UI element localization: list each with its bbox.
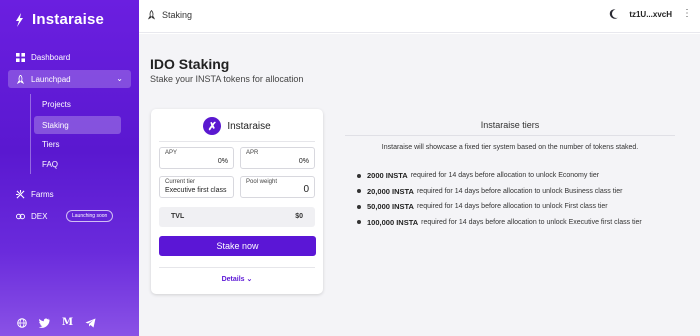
medium-icon[interactable]: M — [62, 317, 73, 328]
pool-weight-label: Pool weight — [246, 179, 278, 185]
app-name: Instaraise — [32, 11, 105, 28]
list-item: 100,000 INSTA required for 14 days before… — [357, 215, 642, 231]
instaraise-logo-icon — [16, 12, 23, 27]
globe-icon[interactable] — [16, 317, 27, 328]
details-toggle[interactable]: Details ⌄ — [151, 275, 323, 283]
stake-now-button[interactable]: Stake now — [159, 236, 316, 256]
list-item: 50,000 INSTA required for 14 days before … — [357, 199, 642, 215]
dex-icon — [16, 213, 25, 220]
sidebar-item-label: Launchpad — [31, 74, 71, 84]
apy-field: APY 0% — [159, 147, 234, 169]
sidebar-item-tiers[interactable]: Tiers — [42, 140, 59, 149]
tier-amount: 2000 INSTA — [367, 171, 408, 181]
rocket-icon — [147, 10, 156, 20]
header-title-group: Staking — [147, 10, 192, 20]
sidebar-item-dex[interactable]: DEX — [16, 212, 47, 221]
rocket-icon — [16, 74, 25, 84]
divider — [159, 267, 315, 268]
bullet-icon — [357, 204, 361, 209]
list-item: 2000 INSTA required for 14 days before al… — [357, 168, 642, 184]
tier-list: 2000 INSTA required for 14 days before al… — [357, 168, 642, 230]
wallet-address[interactable]: tz1U...xvcH — [629, 10, 672, 19]
farms-icon — [16, 190, 25, 199]
sidebar-item-staking[interactable]: Staking — [42, 121, 69, 130]
header-title: Staking — [162, 10, 193, 20]
sidebar-item-projects[interactable]: Projects — [42, 100, 71, 109]
moon-icon[interactable] — [609, 9, 619, 19]
tiers-description: Instaraise will showcase a fixed tier sy… — [381, 144, 639, 151]
bullet-icon — [357, 189, 361, 194]
bullet-icon — [357, 173, 361, 178]
top-header: Staking tz1U...xvcH ⋮ — [139, 0, 700, 33]
pool-name: Instaraise — [227, 120, 271, 132]
main-content: IDO Staking Stake your INSTA tokens for … — [139, 34, 700, 336]
tier-amount: 100,000 INSTA — [367, 217, 419, 227]
chevron-down-icon: ⌄ — [116, 74, 123, 83]
tier-amount: 20,000 INSTA — [367, 186, 414, 196]
sidebar-item-faq[interactable]: FAQ — [42, 160, 58, 169]
apr-label: APR — [246, 150, 259, 156]
pool-header: ✗ Instaraise — [151, 117, 323, 135]
sidebar-item-label: Farms — [31, 190, 54, 199]
apy-label: APY — [165, 150, 178, 156]
pool-weight-field: Pool weight 0 — [240, 176, 315, 198]
launching-soon-badge: Launching soon — [66, 210, 114, 222]
tier-text: required for 14 days before allocation t… — [421, 218, 642, 226]
chevron-down-icon: ⌄ — [246, 276, 253, 283]
dashboard-icon — [16, 53, 25, 62]
telegram-icon[interactable] — [85, 317, 96, 328]
app-logo[interactable]: Instaraise — [12, 11, 104, 28]
tvl-label: TVL — [171, 213, 185, 220]
current-tier-value: Executive first class — [165, 187, 227, 194]
staking-pool-card: ✗ Instaraise APY 0% APR 0% Current tier … — [151, 109, 323, 294]
twitter-icon[interactable] — [39, 317, 50, 328]
sidebar-item-farms[interactable]: Farms — [16, 190, 54, 199]
pool-weight-value: 0 — [303, 184, 309, 195]
more-options-icon[interactable]: ⋮ — [682, 9, 692, 19]
apy-value: 0% — [217, 158, 228, 165]
details-label: Details — [221, 276, 245, 283]
page-title: IDO Staking — [150, 56, 230, 72]
divider — [345, 135, 675, 136]
instaraise-token-icon: ✗ — [203, 117, 222, 135]
bullet-icon — [357, 220, 361, 225]
submenu-divider — [30, 94, 31, 174]
tiers-title: Instaraise tiers — [480, 120, 540, 130]
tier-amount: 50,000 INSTA — [367, 202, 414, 212]
sidebar-item-label: Dashboard — [31, 53, 71, 62]
header-actions: tz1U...xvcH ⋮ — [609, 9, 692, 19]
tvl-value: $0 — [295, 213, 303, 220]
tier-text: required for 14 days before allocation t… — [410, 172, 600, 180]
list-item: 20,000 INSTA required for 14 days before … — [357, 184, 642, 200]
tier-text: required for 14 days before allocation t… — [416, 187, 623, 195]
current-tier-label: Current tier — [165, 179, 196, 185]
apr-field: APR 0% — [240, 147, 315, 169]
current-tier-field: Current tier Executive first class — [159, 176, 234, 198]
apr-value: 0% — [298, 158, 309, 165]
sidebar-item-label: DEX — [31, 212, 48, 221]
sidebar-item-dashboard[interactable]: Dashboard — [16, 53, 70, 62]
sidebar-item-launchpad[interactable]: Launchpad ⌄ — [8, 70, 131, 88]
divider — [159, 141, 315, 142]
tvl-row: TVL $0 — [159, 207, 315, 227]
tier-text: required for 14 days before allocation t… — [416, 203, 608, 211]
sidebar: Instaraise Dashboard Launchpad ⌄ Project… — [0, 0, 139, 336]
page-subtitle: Stake your INSTA tokens for allocation — [150, 74, 304, 84]
social-links: M — [16, 317, 96, 328]
